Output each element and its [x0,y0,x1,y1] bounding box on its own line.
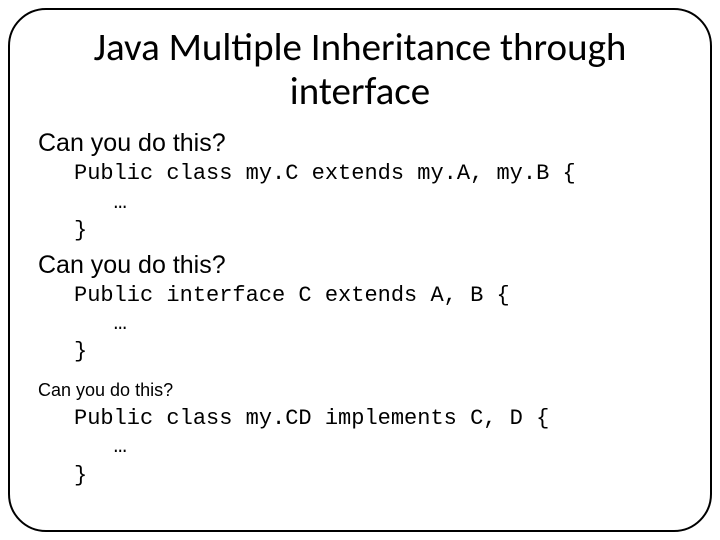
code-block-2: Public interface C extends A, B { … } [38,282,682,366]
code-block-3: Public class my.CD implements C, D { … } [38,405,682,489]
code-block-1: Public class my.C extends my.A, my.B { …… [38,160,682,244]
slide-title: Java Multiple Inheritance through interf… [38,26,682,113]
question-2: Can you do this? [38,251,682,280]
slide-frame: Java Multiple Inheritance through interf… [8,8,712,532]
question-3: Can you do this? [38,380,682,401]
question-1: Can you do this? [38,129,682,158]
